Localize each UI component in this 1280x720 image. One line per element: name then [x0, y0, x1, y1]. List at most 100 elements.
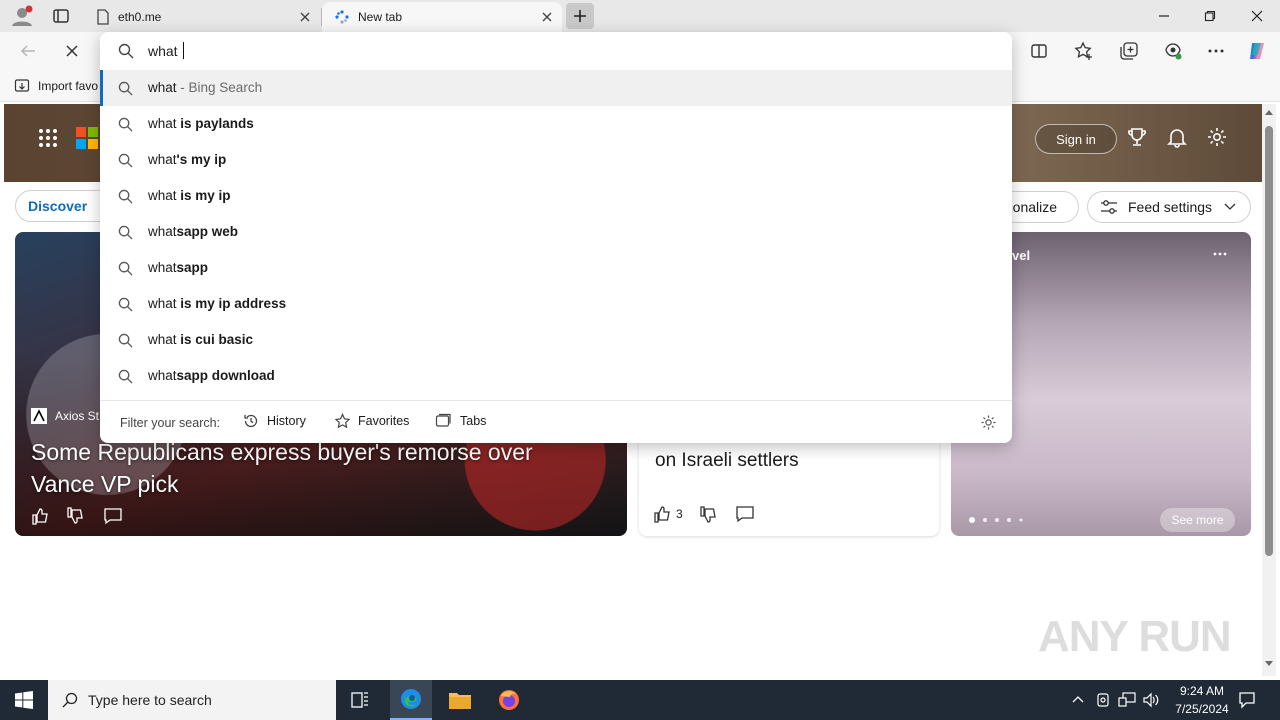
- like-icon[interactable]: [31, 506, 51, 526]
- like-count: 3: [676, 507, 683, 521]
- search-icon: [118, 153, 133, 168]
- carousel-dots[interactable]: [969, 517, 1025, 523]
- page-icon: [96, 9, 110, 25]
- tab-actions-icon[interactable]: [52, 7, 70, 25]
- mid-headline[interactable]: on Israeli settlers: [655, 450, 799, 472]
- address-bar-dropdown: what - Bing Searchwhat is paylandswhat's…: [100, 32, 1012, 443]
- search-icon: [62, 692, 78, 708]
- discover-label: Discover: [28, 198, 88, 214]
- suggestion-typed: what: [148, 188, 181, 203]
- filter-favorites-label: Favorites: [358, 414, 410, 428]
- suggestion-item[interactable]: what - Bing Search: [100, 70, 1012, 106]
- address-bar-input[interactable]: [148, 42, 948, 60]
- sliders-icon: [1100, 199, 1118, 215]
- copilot-icon[interactable]: [1246, 40, 1268, 62]
- close-window-button[interactable]: [1247, 6, 1267, 26]
- edge-taskbar-icon[interactable]: [390, 680, 432, 720]
- collections-icon[interactable]: [1118, 40, 1140, 62]
- network-tray-icon[interactable]: [1118, 692, 1136, 708]
- apps-grid-icon[interactable]: [38, 128, 58, 148]
- main-headline[interactable]: Some Republicans express buyer's remorse…: [31, 436, 591, 500]
- dislike-icon[interactable]: [66, 506, 86, 526]
- scroll-down-arrow-icon[interactable]: [1264, 660, 1274, 668]
- suggestion-item[interactable]: what is my ip address: [100, 286, 1012, 322]
- suggestion-text: whatsapp: [148, 260, 208, 275]
- suggestion-item[interactable]: whatsapp download: [100, 358, 1012, 394]
- scroll-up-arrow-icon[interactable]: [1264, 108, 1274, 116]
- suggestion-item[interactable]: whatsapp: [100, 250, 1012, 286]
- history-icon: [243, 413, 259, 429]
- browser-essentials-icon[interactable]: [1162, 40, 1184, 62]
- clock-date[interactable]: 7/25/2024: [1166, 702, 1238, 716]
- suggestion-completion: is paylands: [180, 116, 254, 131]
- dislike-icon[interactable]: [699, 505, 719, 525]
- import-favorites[interactable]: Import favo: [14, 78, 98, 94]
- like-icon[interactable]: [653, 504, 673, 524]
- feed-settings-button[interactable]: Feed settings: [1087, 191, 1251, 223]
- suggestion-item[interactable]: what is cui basic: [100, 322, 1012, 358]
- suggestion-item[interactable]: what is my ip: [100, 178, 1012, 214]
- suggestion-text: what is my ip: [148, 188, 231, 203]
- notifications-icon[interactable]: [1238, 691, 1256, 709]
- tab-new-tab[interactable]: New tab: [321, 2, 562, 32]
- filter-history-label: History: [267, 414, 306, 428]
- filter-tabs[interactable]: Tabs: [435, 413, 486, 429]
- close-tab-icon[interactable]: [540, 10, 554, 24]
- taskbar-search-placeholder: Type here to search: [88, 692, 212, 708]
- search-icon: [118, 297, 133, 312]
- import-favorites-label: Import favo: [38, 79, 99, 93]
- microsoft-logo-icon[interactable]: [76, 127, 98, 149]
- split-screen-icon[interactable]: [1028, 40, 1050, 62]
- new-tab-button[interactable]: [566, 3, 594, 29]
- tab-title: eth0.me: [118, 10, 162, 24]
- search-icon: [118, 333, 133, 348]
- show-hidden-icons-chevron-up-icon[interactable]: [1072, 695, 1084, 703]
- page-settings-gear-icon[interactable]: [1206, 126, 1228, 148]
- rewards-trophy-icon[interactable]: [1126, 126, 1148, 148]
- card-more-icon[interactable]: [1213, 252, 1227, 256]
- suggestion-typed: what: [148, 152, 177, 167]
- task-view-icon[interactable]: [350, 690, 370, 710]
- search-icon: [118, 225, 133, 240]
- suggestion-item[interactable]: what's my ip: [100, 142, 1012, 178]
- see-more-label: See more: [1171, 513, 1224, 527]
- firefox-icon[interactable]: [497, 688, 521, 712]
- sign-in-button[interactable]: Sign in: [1035, 124, 1117, 154]
- comment-icon[interactable]: [103, 506, 123, 526]
- filter-favorites[interactable]: Favorites: [334, 413, 409, 429]
- star-icon: [334, 413, 351, 429]
- suggestion-text: what is cui basic: [148, 332, 253, 347]
- suggestion-typed: what: [148, 116, 181, 131]
- import-icon: [14, 78, 30, 94]
- suggestion-typed: what: [148, 368, 177, 383]
- back-button[interactable]: [17, 40, 39, 62]
- suggestion-text: what is my ip address: [148, 296, 286, 311]
- suggestion-item[interactable]: whatsapp web: [100, 214, 1012, 250]
- clock-time[interactable]: 9:24 AM: [1172, 684, 1232, 698]
- comment-icon[interactable]: [735, 504, 755, 524]
- close-tab-icon[interactable]: [298, 10, 312, 24]
- tab-eth0[interactable]: eth0.me: [84, 2, 320, 32]
- more-menu-icon[interactable]: [1205, 40, 1227, 62]
- volume-tray-icon[interactable]: [1142, 692, 1160, 708]
- suggestion-typed: what: [148, 224, 177, 239]
- file-explorer-icon[interactable]: [448, 689, 472, 711]
- suggestion-completion: is my ip: [180, 188, 231, 203]
- search-settings-gear-icon[interactable]: [980, 414, 997, 431]
- suggestion-item[interactable]: what is paylands: [100, 106, 1012, 142]
- notifications-bell-icon[interactable]: [1166, 126, 1188, 148]
- taskbar-search-box[interactable]: Type here to search: [48, 680, 336, 720]
- scrollbar-thumb[interactable]: [1265, 126, 1273, 556]
- see-more-button[interactable]: See more: [1160, 508, 1235, 532]
- filter-history[interactable]: History: [243, 413, 306, 429]
- source-logo-icon: [31, 408, 47, 424]
- profile-avatar[interactable]: [10, 5, 34, 27]
- suggestion-typed: what: [148, 296, 181, 311]
- favorites-star-icon[interactable]: [1073, 40, 1095, 62]
- minimize-button[interactable]: [1154, 6, 1174, 26]
- restore-button[interactable]: [1200, 6, 1220, 26]
- feed-settings-label: Feed settings: [1128, 199, 1213, 215]
- security-tray-icon[interactable]: [1096, 692, 1110, 708]
- stop-loading-button[interactable]: [61, 40, 83, 62]
- start-windows-icon[interactable]: [15, 691, 33, 709]
